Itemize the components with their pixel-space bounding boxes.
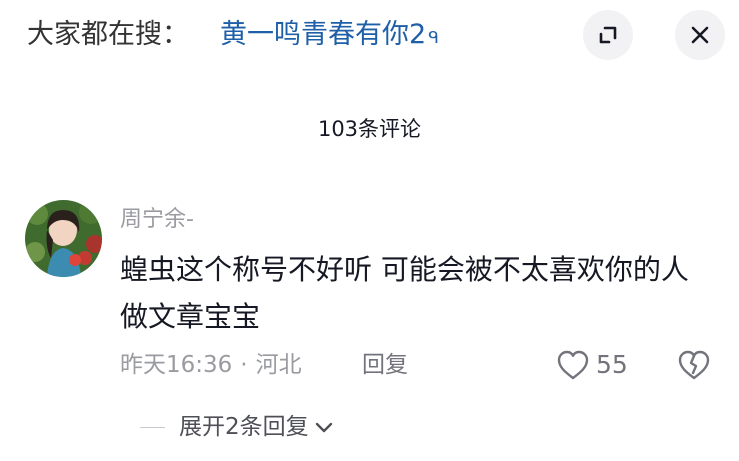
close-button[interactable] <box>675 10 725 60</box>
comment-time: 昨天16:36 <box>120 352 233 378</box>
avatar[interactable] <box>25 200 102 277</box>
comment-location: 河北 <box>255 352 302 378</box>
comment-username[interactable]: 周宁余- <box>120 205 194 235</box>
close-icon <box>691 26 709 44</box>
expand-button[interactable] <box>583 10 633 60</box>
search-term-text: 黄一鸣青春有你2 <box>220 19 427 50</box>
meta-separator: · <box>240 352 248 378</box>
heart-icon <box>557 350 589 380</box>
expand-replies-label: 展开2条回复 <box>179 414 309 440</box>
broken-heart-icon <box>678 350 710 380</box>
search-prefix: 大家都在搜： <box>27 19 189 50</box>
avatar-image <box>25 200 102 277</box>
expand-icon <box>599 26 617 44</box>
search-term-link[interactable]: 黄一鸣青春有你2 ᑫ <box>220 16 439 54</box>
expand-replies-button[interactable]: 展开2条回复 <box>140 410 333 444</box>
divider-line <box>140 426 165 428</box>
comment-meta: 昨天16:36 · 河北 <box>120 348 302 382</box>
top-bar: 大家都在搜： 黄一鸣青春有你2 ᑫ <box>0 0 739 72</box>
comments-count-title: 103条评论 <box>317 117 422 141</box>
search-icon: ᑫ <box>428 28 439 48</box>
dislike-button[interactable] <box>676 346 712 384</box>
like-button[interactable]: 55 <box>556 346 628 384</box>
like-count: 55 <box>596 350 628 379</box>
comment-text: 蝗虫这个称号不好听 可能会被不太喜欢你的人 做文章宝宝 <box>120 253 689 333</box>
chevron-down-icon <box>315 421 333 433</box>
reply-button[interactable]: 回复 <box>362 348 408 382</box>
